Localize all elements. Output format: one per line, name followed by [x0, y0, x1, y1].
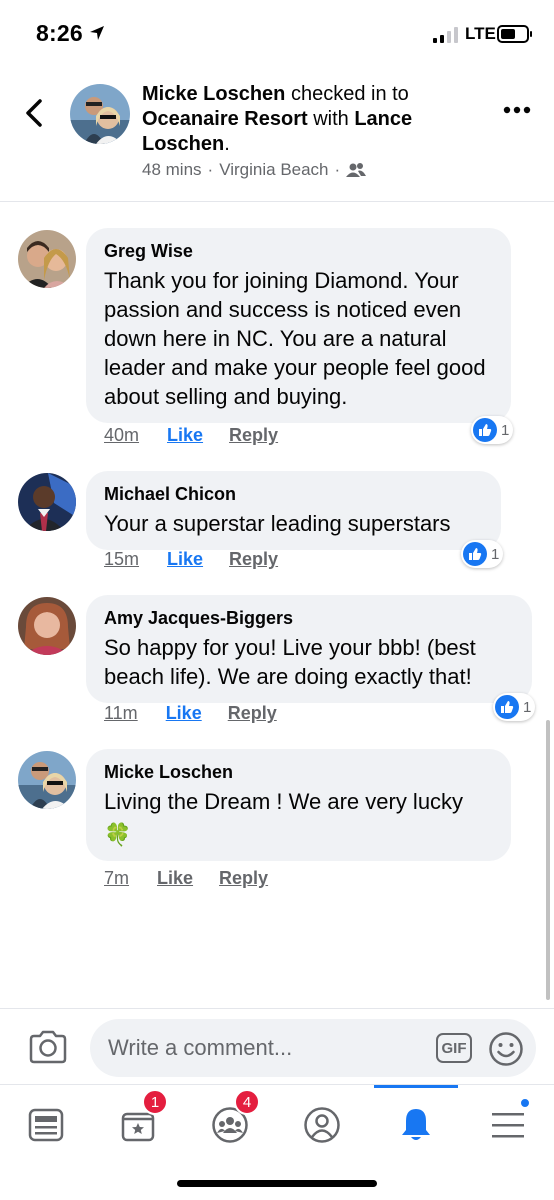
like-reaction-icon — [495, 695, 519, 719]
reaction-summary[interactable]: 1 — [461, 540, 504, 568]
comment-actions: 7m Like Reply — [104, 868, 268, 889]
home-indicator[interactable] — [177, 1180, 377, 1187]
place-link[interactable]: Oceanaire Resort — [142, 108, 308, 130]
comment-reply-button[interactable]: Reply — [219, 868, 268, 889]
headline-period: . — [224, 133, 230, 155]
checkin-headline: Micke Loschen checked in to Oceanaire Re… — [142, 82, 482, 157]
comment-time[interactable]: 15m — [104, 549, 139, 570]
comment-item: Greg Wise Thank you for joining Diamond.… — [0, 228, 554, 450]
comment-like-button[interactable]: Like — [157, 868, 193, 889]
tab-pages[interactable]: 1 — [108, 1089, 168, 1155]
comment-text: Thank you for joining Diamond. Your pass… — [104, 268, 486, 409]
post-location[interactable]: Virginia Beach — [219, 160, 328, 180]
bell-icon — [402, 1109, 430, 1140]
comment-bubble[interactable]: Micke Loschen Living the Dream ! We are … — [86, 749, 511, 861]
tab-news-feed[interactable] — [16, 1095, 76, 1155]
like-reaction-icon — [463, 542, 487, 566]
comment-bubble[interactable]: Amy Jacques-Biggers So happy for you! Li… — [86, 595, 532, 703]
pages-badge: 1 — [142, 1089, 168, 1115]
reaction-summary[interactable]: 1 — [471, 416, 514, 444]
gif-button[interactable]: GIF — [436, 1033, 472, 1063]
news-feed-icon — [28, 1108, 64, 1142]
post-time[interactable]: 48 mins — [142, 160, 202, 180]
reaction-count: 1 — [523, 698, 532, 716]
commenter-avatar[interactable] — [18, 230, 76, 288]
commenter-avatar[interactable] — [18, 751, 76, 809]
status-time: 8:26 — [36, 20, 83, 46]
more-options-icon[interactable] — [502, 104, 532, 116]
tab-notifications[interactable] — [386, 1095, 446, 1155]
battery-icon — [497, 25, 532, 43]
author-name-link[interactable]: Micke Loschen — [142, 83, 285, 105]
post-meta: 48 mins · Virginia Beach · — [142, 160, 367, 180]
status-bar: 8:26 LTE — [0, 0, 554, 64]
reaction-count: 1 — [501, 421, 510, 439]
signal-icon — [433, 27, 458, 43]
back-icon[interactable] — [20, 96, 50, 130]
comment-like-button[interactable]: Like — [167, 549, 203, 570]
tab-profile[interactable] — [292, 1095, 352, 1155]
comment-like-button[interactable]: Like — [166, 703, 202, 724]
location-arrow-icon — [90, 26, 104, 40]
comment-time[interactable]: 40m — [104, 425, 139, 446]
menu-icon — [492, 1113, 524, 1138]
comment-time[interactable]: 11m — [104, 703, 138, 724]
clover-emoji: 🍀 — [104, 822, 132, 847]
profile-icon — [304, 1107, 340, 1143]
comment-item: Michael Chicon Your a superstar leading … — [0, 471, 554, 581]
comment-reply-button[interactable]: Reply — [228, 703, 277, 724]
comment-reply-button[interactable]: Reply — [229, 425, 278, 446]
commenter-name[interactable]: Micke Loschen — [104, 761, 493, 783]
comment-like-button[interactable]: Like — [167, 425, 203, 446]
friends-audience-icon — [346, 163, 367, 177]
comment-time[interactable]: 7m — [104, 868, 129, 889]
scrollbar[interactable] — [546, 720, 550, 1000]
comment-text: So happy for you! Live your bbb! (best b… — [104, 635, 476, 689]
comment-text: Your a superstar leading superstars — [104, 511, 451, 536]
author-avatar[interactable] — [70, 84, 130, 144]
comment-actions: 11m Like Reply — [104, 703, 277, 724]
groups-badge: 4 — [234, 1089, 260, 1115]
menu-notification-dot — [519, 1097, 531, 1109]
comment-actions: 15m Like Reply — [104, 549, 278, 570]
meta-separator-2: · — [334, 160, 341, 179]
comment-reply-button[interactable]: Reply — [229, 549, 278, 570]
comment-actions: 40m Like Reply — [104, 425, 278, 446]
commenter-avatar[interactable] — [18, 473, 76, 531]
comment-composer: GIF — [0, 1008, 554, 1086]
commenter-name[interactable]: Amy Jacques-Biggers — [104, 607, 514, 629]
active-tab-indicator — [374, 1085, 458, 1088]
reaction-summary[interactable]: 1 — [493, 693, 536, 721]
tab-groups[interactable]: 4 — [200, 1089, 260, 1155]
comment-item: Amy Jacques-Biggers So happy for you! Li… — [0, 595, 554, 730]
commenter-name[interactable]: Greg Wise — [104, 240, 493, 262]
emoji-icon[interactable] — [488, 1031, 524, 1067]
commenter-name[interactable]: Michael Chicon — [104, 483, 483, 505]
post-header: Micke Loschen checked in to Oceanaire Re… — [0, 70, 554, 202]
camera-icon[interactable] — [28, 1029, 68, 1065]
comment-bubble[interactable]: Greg Wise Thank you for joining Diamond.… — [86, 228, 511, 423]
comment-bubble[interactable]: Michael Chicon Your a superstar leading … — [86, 471, 501, 550]
comment-item: Micke Loschen Living the Dream ! We are … — [0, 749, 554, 899]
comment-text: Living the Dream ! We are very lucky — [104, 789, 464, 814]
network-type: LTE — [465, 24, 496, 43]
with-connector: with — [307, 108, 355, 130]
checkin-connector: checked in to — [285, 83, 409, 105]
reaction-count: 1 — [491, 545, 500, 563]
commenter-avatar[interactable] — [18, 597, 76, 655]
like-reaction-icon — [473, 418, 497, 442]
meta-separator: · — [207, 160, 214, 179]
